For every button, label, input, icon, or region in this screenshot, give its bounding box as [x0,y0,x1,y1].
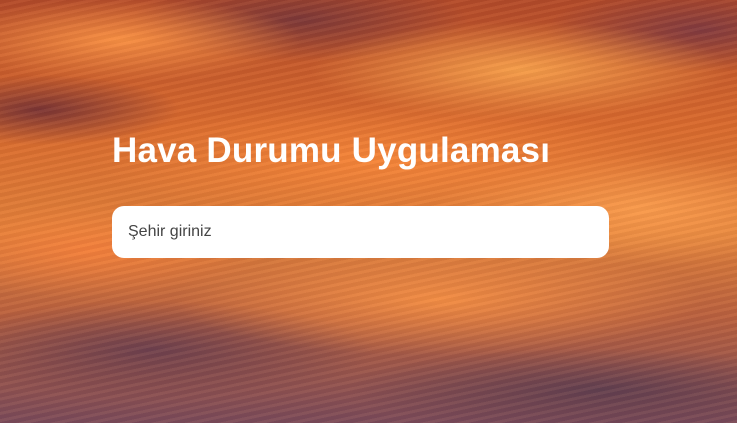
page-title: Hava Durumu Uygulaması [112,131,551,170]
search-box [112,206,609,258]
city-search-input[interactable] [112,206,609,258]
